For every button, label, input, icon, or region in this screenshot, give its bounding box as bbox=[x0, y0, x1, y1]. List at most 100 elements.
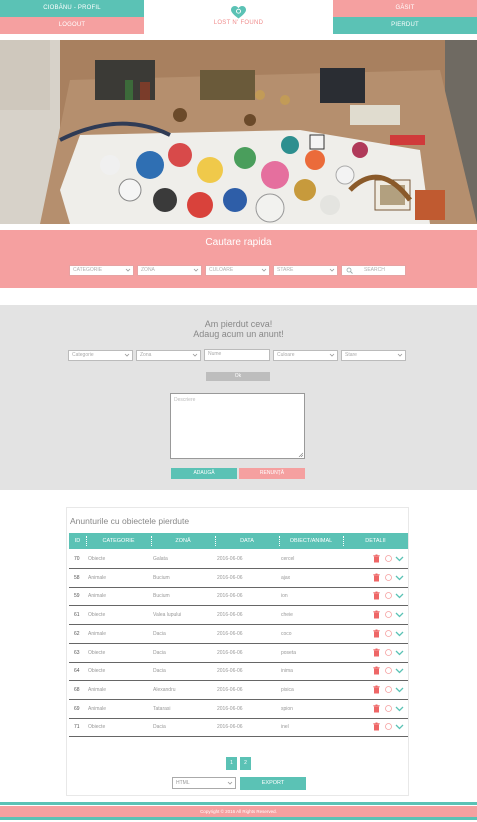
column-header-category[interactable]: CATEGORIE bbox=[86, 533, 151, 549]
refresh-icon[interactable] bbox=[384, 648, 393, 657]
zone-filter[interactable]: ZONA bbox=[137, 265, 202, 276]
description-field[interactable]: Descriere bbox=[170, 393, 305, 459]
cell-category: Animale bbox=[88, 686, 107, 693]
table-row[interactable]: 58 Animale Bucium 2016-06-06 ajax bbox=[69, 569, 408, 588]
color-filter-label: CULOARE bbox=[209, 267, 234, 273]
column-header-date[interactable]: DATA bbox=[215, 533, 279, 549]
trash-icon[interactable] bbox=[372, 610, 381, 619]
chevron-down-icon bbox=[192, 353, 198, 357]
page-button-2[interactable]: 2 bbox=[240, 757, 251, 770]
table-row[interactable]: 61 Obiecte Valea lupului 2016-06-06 cheie bbox=[69, 606, 408, 626]
export-format-select[interactable]: HTML bbox=[172, 777, 236, 789]
description-placeholder: Descriere bbox=[174, 397, 196, 403]
refresh-icon[interactable] bbox=[384, 610, 393, 619]
chevron-down-icon[interactable] bbox=[395, 722, 404, 731]
search-input[interactable]: SEARCH bbox=[341, 265, 406, 276]
column-header-details: DETALII bbox=[365, 538, 386, 544]
zone-select[interactable]: Zona bbox=[136, 350, 201, 361]
state-filter[interactable]: STARE bbox=[273, 265, 338, 276]
cell-zone: Dacia bbox=[153, 630, 166, 637]
color-filter[interactable]: CULOARE bbox=[205, 265, 270, 276]
refresh-icon[interactable] bbox=[384, 722, 393, 731]
trash-icon[interactable] bbox=[372, 685, 381, 694]
state-select[interactable]: Stare bbox=[341, 350, 406, 361]
ok-button[interactable]: Ok bbox=[206, 372, 270, 381]
cell-category: Animale bbox=[88, 705, 107, 712]
refresh-icon[interactable] bbox=[384, 685, 393, 694]
state-select-label: Stare bbox=[345, 352, 357, 358]
chevron-down-icon[interactable] bbox=[395, 666, 404, 675]
refresh-icon[interactable] bbox=[384, 704, 393, 713]
table-row[interactable]: 68 Animale Alexandru 2016-06-06 pisica bbox=[69, 681, 408, 700]
cell-zone: Valea lupului bbox=[153, 612, 182, 619]
table-row[interactable]: 64 Obiecte Dacia 2016-06-06 inima bbox=[69, 662, 408, 682]
chevron-down-icon[interactable] bbox=[395, 591, 404, 600]
add-button[interactable]: ADAUGĂ bbox=[171, 468, 237, 479]
cell-date: 2016-06-06 bbox=[217, 686, 243, 693]
profile-button[interactable]: CIOBĂNU - PROFIL bbox=[0, 0, 144, 17]
cell-zone: Bucium bbox=[153, 593, 170, 600]
cell-id: 70 bbox=[74, 556, 80, 562]
chevron-down-icon bbox=[193, 268, 199, 272]
cell-id: 63 bbox=[74, 649, 80, 656]
resize-grip-icon[interactable] bbox=[298, 452, 303, 457]
chevron-down-icon[interactable] bbox=[395, 554, 404, 563]
cell-date: 2016-06-06 bbox=[217, 649, 243, 656]
column-header-object[interactable]: OBIECT/ANIMAL bbox=[279, 533, 343, 549]
table-row[interactable]: 59 Animale Bucium 2016-06-06 ion bbox=[69, 587, 408, 607]
table-row[interactable]: 70 Obiecte Galata 2016-06-06 cercel bbox=[69, 550, 408, 569]
cell-object: pisica bbox=[281, 686, 294, 693]
name-field[interactable]: Nume bbox=[204, 349, 270, 361]
table-row[interactable]: 71 Obiecte Dacia 2016-06-06 inel bbox=[69, 718, 408, 738]
chevron-down-icon[interactable] bbox=[395, 648, 404, 657]
export-button[interactable]: EXPORT bbox=[240, 777, 306, 790]
trash-icon[interactable] bbox=[372, 573, 381, 582]
state-filter-label: STARE bbox=[277, 267, 294, 273]
category-select[interactable]: Categorie bbox=[68, 350, 133, 361]
found-button[interactable]: GĂSIT bbox=[333, 0, 477, 17]
category-select-label: Categorie bbox=[72, 352, 94, 358]
cell-category: Obiecte bbox=[88, 724, 106, 731]
table-row[interactable]: 69 Animale Tatarasi 2016-06-06 spion bbox=[69, 700, 408, 719]
chevron-down-icon[interactable] bbox=[395, 704, 404, 713]
refresh-icon[interactable] bbox=[384, 554, 393, 563]
cell-date: 2016-06-06 bbox=[217, 668, 243, 675]
cell-zone: Bucium bbox=[153, 574, 170, 581]
table-row[interactable]: 62 Animale Dacia 2016-06-06 coco bbox=[69, 625, 408, 644]
trash-icon[interactable] bbox=[372, 591, 381, 600]
footer-divider bbox=[0, 817, 477, 820]
column-header-id[interactable]: ID bbox=[69, 533, 86, 549]
refresh-icon[interactable] bbox=[384, 666, 393, 675]
cell-category: Obiecte bbox=[88, 612, 106, 619]
trash-icon[interactable] bbox=[372, 554, 381, 563]
refresh-icon[interactable] bbox=[384, 573, 393, 582]
trash-icon[interactable] bbox=[372, 704, 381, 713]
page-button-1[interactable]: 1 bbox=[226, 757, 237, 770]
trash-icon[interactable] bbox=[372, 666, 381, 675]
chevron-down-icon[interactable] bbox=[395, 573, 404, 582]
table-row[interactable]: 63 Obiecte Dacia 2016-06-06 poseta bbox=[69, 644, 408, 663]
logo[interactable]: LOST N' FOUND bbox=[144, 0, 333, 34]
chevron-down-icon[interactable] bbox=[395, 629, 404, 638]
cell-id: 68 bbox=[74, 686, 80, 693]
trash-icon[interactable] bbox=[372, 722, 381, 731]
quick-search-section: Cautare rapida CATEGORIE ZONA CULOARE ST… bbox=[0, 230, 477, 288]
cell-date: 2016-06-06 bbox=[217, 612, 243, 619]
refresh-icon[interactable] bbox=[384, 591, 393, 600]
refresh-icon[interactable] bbox=[384, 629, 393, 638]
listings-title: Anunturile cu obiectele pierdute bbox=[70, 516, 190, 526]
cell-date: 2016-06-06 bbox=[217, 574, 243, 581]
cell-id: 61 bbox=[74, 612, 80, 619]
chevron-down-icon[interactable] bbox=[395, 685, 404, 694]
color-select[interactable]: Culoare bbox=[273, 350, 338, 361]
chevron-down-icon[interactable] bbox=[395, 610, 404, 619]
cell-date: 2016-06-06 bbox=[217, 724, 243, 731]
column-header-zone[interactable]: ZONĂ bbox=[151, 533, 215, 549]
category-filter[interactable]: CATEGORIE bbox=[69, 265, 134, 276]
lost-button[interactable]: PIERDUT bbox=[333, 17, 477, 34]
trash-icon[interactable] bbox=[372, 648, 381, 657]
search-icon bbox=[346, 267, 353, 274]
logout-button[interactable]: LOGOUT bbox=[0, 17, 144, 34]
trash-icon[interactable] bbox=[372, 629, 381, 638]
cancel-button[interactable]: RENUNȚĂ bbox=[239, 468, 305, 479]
